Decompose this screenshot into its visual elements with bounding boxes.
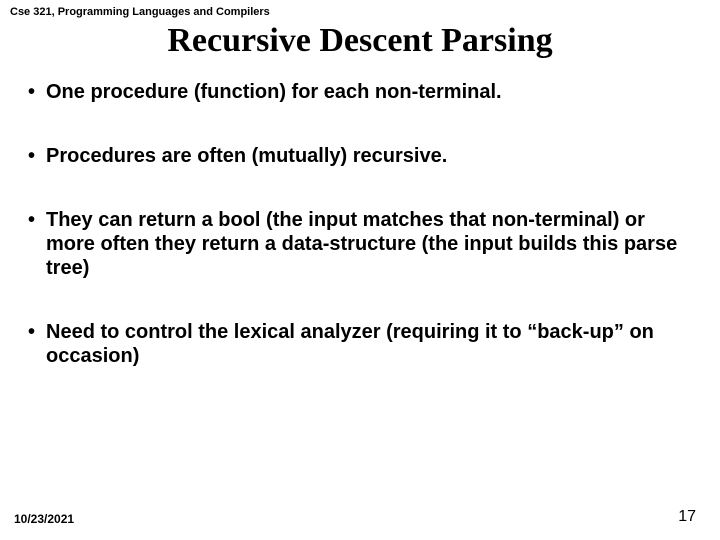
bullet-item: Need to control the lexical analyzer (re… bbox=[24, 320, 696, 368]
footer-date: 10/23/2021 bbox=[14, 512, 74, 526]
bullet-list: One procedure (function) for each non-te… bbox=[24, 80, 696, 408]
bullet-item: Procedures are often (mutually) recursiv… bbox=[24, 144, 696, 168]
bullet-item: They can return a bool (the input matche… bbox=[24, 208, 696, 280]
footer-page-number: 17 bbox=[678, 508, 696, 526]
slide: Cse 321, Programming Languages and Compi… bbox=[0, 0, 720, 540]
course-header: Cse 321, Programming Languages and Compi… bbox=[10, 6, 270, 18]
bullet-item: One procedure (function) for each non-te… bbox=[24, 80, 696, 104]
slide-title: Recursive Descent Parsing bbox=[0, 22, 720, 60]
